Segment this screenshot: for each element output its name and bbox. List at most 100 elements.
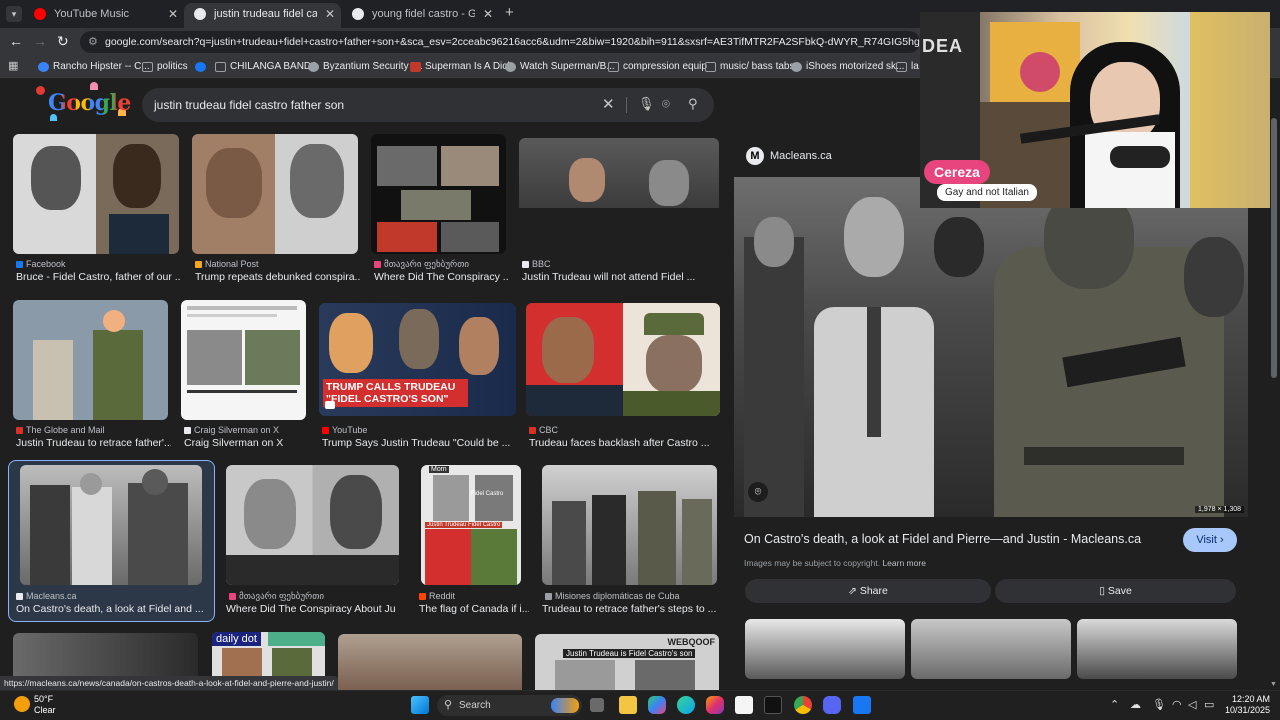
instagram-icon[interactable] [706,696,724,714]
copilot-icon[interactable] [648,696,666,714]
share-button[interactable]: ⇗ Share [745,579,991,603]
bookmark-folder-la[interactable]: la [896,59,919,75]
bookmark-folder-politics[interactable]: politics [142,59,188,75]
result-caption[interactable]: Justin Trudeau to retrace father'... [16,437,171,449]
weather-widget[interactable]: 50°F Clear [12,694,56,716]
result-caption[interactable]: Where Did The Conspiracy About Just... [226,603,396,615]
edge-icon[interactable] [677,696,695,714]
visit-button[interactable]: Visit › [1183,528,1237,552]
save-button[interactable]: ▯ Save [995,579,1236,603]
apps-icon[interactable]: ▦ [8,59,18,72]
chrome-icon[interactable] [794,696,812,714]
bookmark-byzantium[interactable]: Byzantium Security I... [308,59,422,75]
result-source[interactable]: The Globe and Mail [16,425,105,435]
result-caption[interactable]: Trudeau faces backlash after Castro ... [529,437,719,449]
clear-icon[interactable]: ✕ [602,95,615,113]
result-image[interactable] [519,138,719,250]
close-icon[interactable]: ✕ [168,3,178,25]
bookmark-folder-compression[interactable]: compression equip [608,59,707,75]
result-source[interactable]: მთავარი ფეხბურთი [229,591,324,602]
microphone-icon[interactable]: 🎙 [638,96,655,112]
chevron-up-icon[interactable]: ⌃ [1110,698,1119,711]
taskbar-search[interactable]: ⚲ Search [437,695,582,716]
result-image[interactable]: WEBQOOF Justin Trudeau is Fidel Castro's… [535,634,719,690]
result-image[interactable]: TRUMP CALLS TRUDEAU "FIDEL CASTRO'S SON" [319,303,516,416]
forward-icon[interactable]: → [33,33,47,49]
result-source[interactable]: BBC [522,259,551,269]
result-image[interactable] [338,634,522,690]
bookmark-watch-superman[interactable]: Watch Superman/B... [505,59,615,75]
result-source[interactable]: Craig Silverman on X [184,425,279,435]
amazon-icon[interactable] [735,696,753,714]
microphone-icon[interactable]: 🎙 [1152,698,1166,711]
close-icon[interactable]: ✕ [325,3,335,25]
result-image[interactable] [192,134,358,254]
scrollbar-thumb[interactable] [1271,118,1277,378]
wifi-icon[interactable]: ◠ [1172,698,1182,711]
google-logo[interactable]: Google [48,90,131,116]
volume-icon[interactable]: ◁ [1188,698,1196,711]
preview-image[interactable]: ⌾ 1,978 × 1,308 [734,177,1248,517]
result-image[interactable] [13,300,168,420]
facebook-app-icon[interactable] [853,696,871,714]
result-source[interactable]: Misiones diplomáticas de Cuba [545,591,680,601]
discord-icon[interactable] [823,696,841,714]
result-caption[interactable]: Craig Silverman on X [184,437,309,449]
result-source[interactable]: National Post [195,259,259,269]
x-app-icon[interactable] [764,696,782,714]
result-image[interactable] [226,465,399,585]
reload-icon[interactable]: ↻ [57,33,69,50]
bookmark-folder-music[interactable]: music/ bass tabs [705,59,794,75]
new-tab-button[interactable]: + [505,4,514,21]
related-image[interactable] [911,619,1071,679]
search-icon[interactable]: ⚲ [688,96,698,112]
result-caption[interactable]: Justin Trudeau will not attend Fidel ... [522,271,719,283]
bookmark-superman[interactable]: Superman Is A Dick [410,59,512,75]
result-image[interactable]: Mom Fidel Castro Justin Trudeau Fidel Ca… [421,465,521,585]
bookmark-folder-chilanga-banda[interactable]: CHILANGA BANDA [215,59,318,75]
result-caption[interactable]: The flag of Canada if i... [419,603,529,615]
address-bar[interactable]: ⚙ google.com/search?q=justin+trudeau+fid… [80,31,920,53]
learn-more-link[interactable]: Learn more [882,558,925,568]
result-source[interactable]: Macleans.ca [16,591,77,601]
result-image[interactable] [542,465,717,585]
back-icon[interactable]: ← [9,33,23,49]
scroll-down-arrow-icon[interactable]: ▼ [1270,681,1277,688]
result-caption[interactable]: Where Did The Conspiracy ... [374,271,509,283]
site-info-icon[interactable]: ⚙ [88,31,98,53]
related-image[interactable] [1077,619,1237,679]
onedrive-icon[interactable]: ☁ [1130,698,1141,711]
lens-search-icon[interactable]: ⌾ [748,482,768,502]
preview-title[interactable]: On Castro's death, a look at Fidel and P… [744,532,1141,546]
result-caption[interactable]: Trump Says Justin Trudeau "Could be ... [322,437,519,449]
result-source[interactable]: Facebook [16,259,66,269]
result-image[interactable] [181,300,306,420]
system-clock[interactable]: 12:20 AM 10/31/2025 [1200,694,1270,716]
tab-search-button[interactable]: ▾ [6,6,22,22]
result-image[interactable] [13,134,179,254]
result-image[interactable] [20,465,202,585]
tab-google-search[interactable]: young fidel castro - Google Se ✕ [342,3,499,28]
result-caption[interactable]: Trump repeats debunked conspira... [195,271,360,283]
result-source[interactable]: YouTube [322,425,367,435]
tab-youtube-music[interactable]: YouTube Music ✕ [24,3,184,28]
result-caption[interactable]: On Castro's death, a look at Fidel and .… [16,603,206,615]
task-view-icon[interactable] [590,698,604,712]
tab-google-search-active[interactable]: justin trudeau fidel castro fathe ✕ [184,3,341,28]
file-explorer-icon[interactable] [619,696,637,714]
result-source[interactable]: CBC [529,425,558,435]
result-image[interactable] [526,303,720,416]
camera-search-icon[interactable]: ⌾ [662,96,670,112]
result-caption[interactable]: Bruce - Fidel Castro, father of our ... [16,271,181,283]
result-caption[interactable]: Trudeau to retrace father's steps to ... [542,603,720,615]
related-image[interactable] [745,619,905,679]
bookmark-rancho-hipster[interactable]: Rancho Hipster -- C... [38,59,150,75]
bookmark-ishoes[interactable]: iShoes motorized sk... [791,59,904,75]
search-box[interactable]: justin trudeau fidel castro father son ✕… [142,88,714,122]
result-source[interactable]: Reddit [419,591,455,601]
result-image[interactable] [371,134,506,254]
start-icon[interactable] [411,696,429,714]
panel-source[interactable]: M Macleans.ca [746,147,832,165]
close-icon[interactable]: ✕ [483,3,493,25]
search-input[interactable]: justin trudeau fidel castro father son [154,88,344,122]
